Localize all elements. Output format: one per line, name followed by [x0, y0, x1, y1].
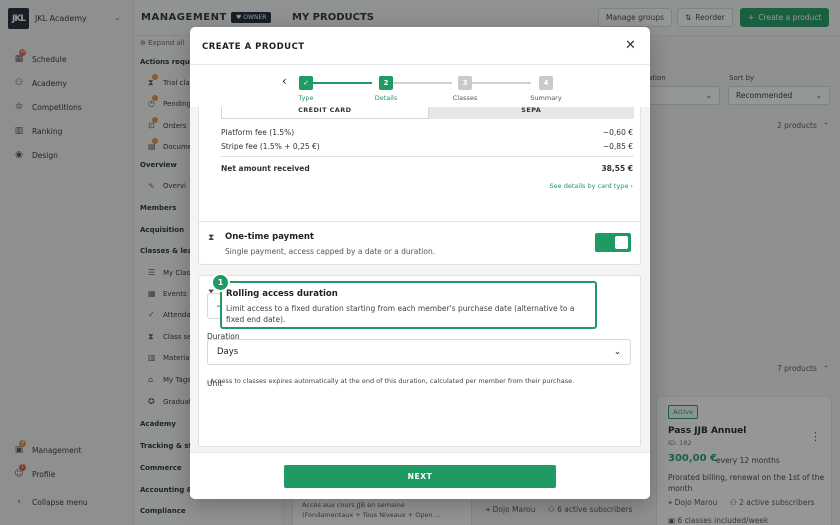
step-label-details: Details: [374, 94, 398, 102]
modal-body[interactable]: CREDIT CARD SEPA Platform fee (1.5%) −0,…: [190, 107, 650, 452]
step-label-classes: Classes: [452, 94, 478, 102]
rolling-duration-toggle[interactable]: [595, 233, 631, 252]
see-details-link[interactable]: See details by card type ›: [550, 182, 633, 190]
platform-fee-label: Platform fee (1.5%): [221, 128, 295, 137]
tooltip-title: Rolling access duration: [226, 289, 338, 299]
step-marker: 1: [211, 273, 230, 292]
see-details-label: See details by card type: [549, 182, 629, 190]
step-type[interactable]: ✓: [299, 76, 313, 90]
unit-value: Days: [217, 347, 239, 357]
modal-footer: NEXT: [190, 452, 650, 499]
step-connector: [313, 82, 372, 84]
step-label-type: Type: [298, 94, 314, 102]
step-details[interactable]: 2: [379, 76, 393, 90]
create-product-modal: CREATE A PRODUCT ✕ ‹ ✓ 2 3 4 Type Detail…: [190, 27, 650, 499]
net-amount-value: 38,55 €: [601, 164, 633, 173]
step-label-summary: Summary: [530, 94, 562, 102]
fee-summary-card: CREDIT CARD SEPA Platform fee (1.5%) −0,…: [198, 107, 641, 237]
step-connector: [393, 82, 452, 84]
wizard-stepper: ‹ ✓ 2 3 4 Type Details Classes Summary: [190, 65, 650, 107]
tooltip-description: Limit access to a fixed duration startin…: [226, 304, 575, 324]
net-amount-label: Net amount received: [221, 164, 310, 173]
back-chevron-icon[interactable]: ‹: [282, 74, 287, 88]
tab-credit-card[interactable]: CREDIT CARD: [221, 107, 429, 119]
modal-header: CREATE A PRODUCT ✕: [190, 27, 650, 65]
step-connector: [472, 82, 531, 84]
toggle-knob: [615, 236, 628, 249]
next-button[interactable]: NEXT: [284, 465, 556, 488]
highlight-tooltip: Rolling access duration Limit access to …: [220, 281, 597, 329]
step-summary: 4: [539, 76, 553, 90]
unit-select[interactable]: Days ⌄: [207, 339, 631, 365]
option-one-time-payment[interactable]: ⧗ One-time payment Single payment, acces…: [198, 221, 641, 265]
step-classes: 3: [458, 76, 472, 90]
divider: [221, 156, 634, 157]
platform-fee-value: −0,60 €: [602, 128, 633, 137]
duration-note: Access to classes expires automatically …: [210, 377, 575, 385]
chevron-down-icon: ⌄: [613, 347, 621, 357]
payment-method-tabs: CREDIT CARD SEPA: [221, 107, 634, 119]
stripe-fee-label: Stripe fee (1.5% + 0,25 €): [221, 142, 320, 151]
option-description: Single payment, access capped by a date …: [225, 247, 436, 256]
hourglass-icon: ⧗: [208, 233, 215, 243]
modal-title: CREATE A PRODUCT: [202, 42, 305, 52]
tab-sepa[interactable]: SEPA: [429, 107, 635, 119]
stripe-fee-value: −0,85 €: [602, 142, 633, 151]
close-icon[interactable]: ✕: [625, 38, 636, 53]
option-title: One-time payment: [225, 232, 314, 242]
